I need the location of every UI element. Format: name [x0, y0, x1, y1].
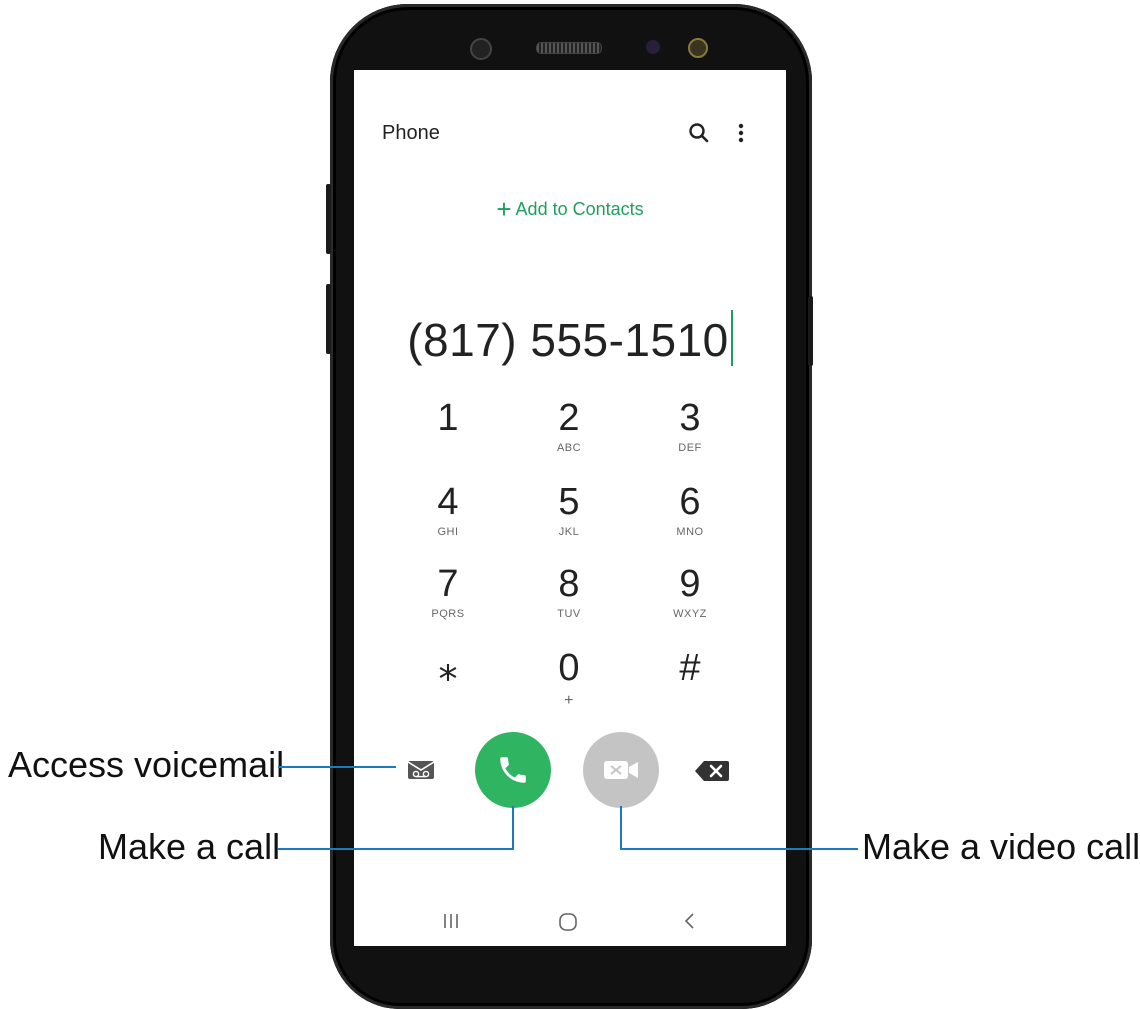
app-title: Phone	[382, 122, 440, 144]
sensor-icon	[646, 40, 660, 54]
key-digit: 2	[558, 397, 580, 439]
key-letters: +	[564, 692, 574, 709]
key-hash[interactable]: #	[645, 648, 735, 692]
key-digit: 6	[679, 481, 701, 523]
annotation-call: Make a call	[98, 826, 281, 867]
home-icon[interactable]	[558, 912, 578, 932]
volume-up-button	[326, 184, 331, 254]
key-digit: 9	[679, 563, 701, 605]
key-digit: 8	[558, 563, 580, 605]
key-7[interactable]: 7 PQRS	[403, 564, 493, 620]
phone-screen: Phone + Add to Contacts (817) 555-1510 1 …	[354, 70, 786, 946]
phone-icon	[500, 757, 526, 783]
key-digit: #	[679, 647, 701, 689]
key-digit: 1	[437, 397, 459, 439]
more-options-icon[interactable]	[736, 122, 746, 144]
key-digit: 7	[437, 563, 459, 605]
callout-line-video-horizontal	[620, 848, 858, 850]
video-call-icon	[604, 761, 638, 779]
annotation-voicemail: Access voicemail	[8, 744, 285, 785]
key-9[interactable]: 9 WXYZ	[645, 564, 735, 620]
phone-device: Phone + Add to Contacts (817) 555-1510 1 …	[326, 4, 813, 1009]
key-letters: JKL	[558, 526, 580, 538]
callout-line-call-horizontal	[278, 848, 514, 850]
key-2[interactable]: 2 ABC	[524, 398, 614, 454]
back-icon[interactable]	[682, 912, 696, 930]
text-cursor	[730, 310, 733, 366]
dialed-number-field[interactable]: (817) 555-1510	[354, 310, 786, 367]
key-digit: 5	[558, 481, 580, 523]
call-button[interactable]	[475, 732, 551, 808]
key-letters: TUV	[557, 608, 581, 620]
key-6[interactable]: 6 MNO	[645, 482, 735, 538]
add-to-contacts-label: Add to Contacts	[515, 199, 644, 219]
key-digit: 3	[679, 397, 701, 439]
add-to-contacts-button[interactable]: + Add to Contacts	[354, 194, 786, 225]
key-8[interactable]: 8 TUV	[524, 564, 614, 620]
key-digit: 0	[558, 647, 580, 689]
dialed-number: (817) 555-1510	[407, 314, 729, 366]
key-0[interactable]: 0 +	[524, 648, 614, 710]
flash-icon	[688, 38, 708, 58]
voicemail-icon[interactable]	[406, 758, 436, 782]
earpiece-speaker	[536, 42, 602, 54]
key-letters: ABC	[556, 442, 582, 454]
key-star[interactable]: ⁎	[403, 648, 493, 692]
key-1[interactable]: 1	[403, 398, 493, 442]
key-letters: GHI	[437, 526, 459, 538]
callout-line-call-vertical	[512, 806, 514, 850]
callout-line-video-vertical	[620, 806, 622, 850]
key-letters: DEF	[678, 442, 702, 454]
front-camera-icon	[470, 38, 492, 60]
backspace-icon[interactable]	[694, 760, 730, 782]
phone-top-bezel	[330, 4, 812, 70]
key-4[interactable]: 4 GHI	[403, 482, 493, 538]
search-icon[interactable]	[688, 122, 710, 144]
key-letters: PQRS	[431, 608, 465, 620]
key-5[interactable]: 5 JKL	[524, 482, 614, 538]
key-digit: ⁎	[438, 647, 458, 689]
key-letters: WXYZ	[673, 608, 707, 620]
annotation-video-call: Make a video call	[862, 826, 1140, 867]
video-call-button[interactable]	[583, 732, 659, 808]
volume-down-button	[326, 284, 331, 354]
power-button	[808, 296, 813, 366]
key-letters: MNO	[676, 526, 704, 538]
key-3[interactable]: 3 DEF	[645, 398, 735, 454]
plus-icon: +	[496, 194, 512, 224]
callout-line-voicemail	[278, 766, 396, 768]
key-digit: 4	[437, 481, 459, 523]
recent-apps-icon[interactable]	[442, 912, 460, 930]
